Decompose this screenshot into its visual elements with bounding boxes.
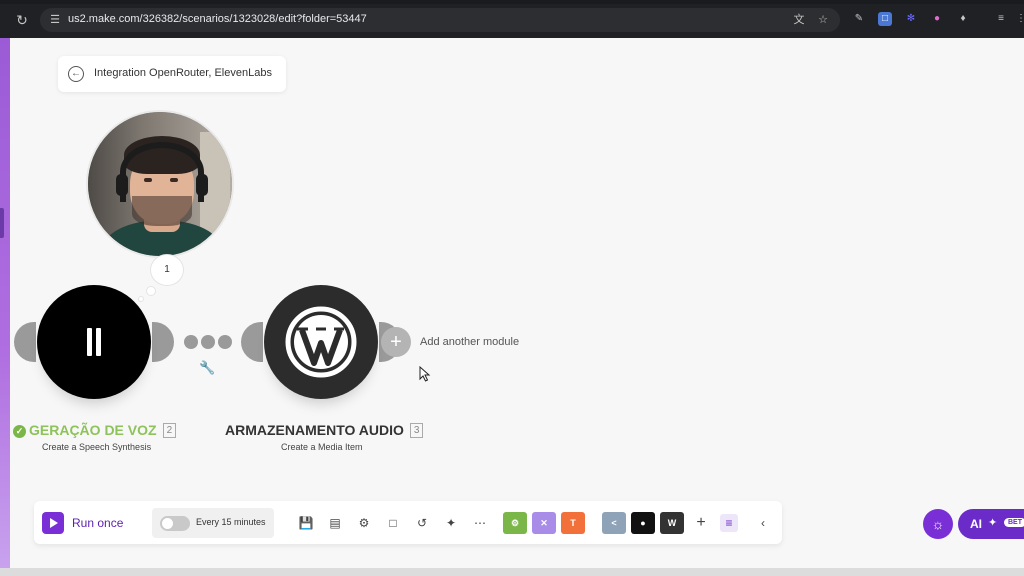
browser-menu-icon[interactable]: ⋮ xyxy=(1014,12,1024,26)
back-arrow-icon[interactable]: ← xyxy=(68,66,84,82)
route-dot[interactable] xyxy=(218,335,232,349)
extension-avatar-icon[interactable]: ● xyxy=(930,12,944,26)
module-number: 3 xyxy=(409,423,424,438)
undo-icon[interactable]: ↺ xyxy=(413,514,431,532)
scenario-toolbar: Run once Every 15 minutes 💾 ▤ ⚙ □ ↺ ✦ ⋯ … xyxy=(34,501,782,544)
operations-bubble[interactable]: 1 xyxy=(150,254,184,286)
settings-icon[interactable]: ⚙ xyxy=(355,514,373,532)
translate-icon[interactable]: 文 xyxy=(792,13,806,27)
module-1-output-connector xyxy=(152,322,174,362)
scenario-header: ← Integration OpenRouter, ElevenLabs xyxy=(58,56,286,92)
module-1-subtitle: Create a Speech Synthesis xyxy=(42,442,152,452)
run-once-button[interactable]: Run once xyxy=(42,511,123,535)
add-module-label[interactable]: Add another module xyxy=(420,336,519,348)
wordpress-tile[interactable]: W xyxy=(660,512,684,534)
extensions-puzzle-icon[interactable]: ♦ xyxy=(956,12,970,26)
elevenlabs-tile[interactable]: < xyxy=(602,512,626,534)
module-elevenlabs[interactable] xyxy=(37,285,151,399)
bookmark-star-icon[interactable]: ☆ xyxy=(816,13,830,27)
webcam-overlay xyxy=(86,110,234,258)
flow-control-tile[interactable]: ✕ xyxy=(532,512,556,534)
schedule-label[interactable]: Every 15 minutes xyxy=(196,517,266,527)
module-wordpress[interactable] xyxy=(264,285,378,399)
extension-doc-icon[interactable]: □ xyxy=(878,12,892,26)
wordpress-logo-icon xyxy=(285,306,357,378)
extension-pen-icon[interactable]: ✎ xyxy=(852,12,866,26)
tools-tile[interactable]: ⚙ xyxy=(503,512,527,534)
tab-strip xyxy=(0,0,1024,4)
route-dot[interactable] xyxy=(184,335,198,349)
beta-badge: BET xyxy=(1004,518,1024,527)
site-settings-icon[interactable]: ☰ xyxy=(48,13,62,27)
route-dot[interactable] xyxy=(201,335,215,349)
notes-icon[interactable]: □ xyxy=(384,514,402,532)
wrench-icon[interactable]: 🔧 xyxy=(199,360,215,376)
tips-lightbulb-icon[interactable]: ☼ xyxy=(923,509,953,539)
add-module-button[interactable]: + xyxy=(381,327,411,357)
module-2-title[interactable]: ARMAZENAMENTO AUDIO 3 xyxy=(225,422,424,438)
openrouter-tile[interactable]: ● xyxy=(631,512,655,534)
more-icon[interactable]: ⋯ xyxy=(471,514,489,532)
left-sidebar-strip xyxy=(0,38,10,568)
play-icon xyxy=(42,512,64,534)
schedule-control: Every 15 minutes xyxy=(152,508,274,538)
ai-assistant-button[interactable]: AI ✦ BET xyxy=(958,509,1024,539)
elevenlabs-logo-icon xyxy=(87,328,101,356)
flow-panel-icon[interactable]: ≡ xyxy=(720,514,738,532)
scenario-title[interactable]: Integration OpenRouter, ElevenLabs xyxy=(94,67,272,79)
os-taskbar xyxy=(0,568,1024,576)
scheduling-icon[interactable]: ▤ xyxy=(326,514,344,532)
module-2-subtitle: Create a Media Item xyxy=(281,442,363,452)
sparkle-icon: ✦ xyxy=(988,517,998,529)
auto-align-icon[interactable]: ✦ xyxy=(442,514,460,532)
save-icon[interactable]: 💾 xyxy=(297,514,315,532)
collapse-chevron-icon[interactable]: ‹ xyxy=(754,514,772,532)
module-number: 2 xyxy=(162,423,177,438)
reload-icon[interactable]: ↻ xyxy=(14,12,30,28)
module-1-input-connector xyxy=(14,322,36,362)
url-text[interactable]: us2.make.com/326382/scenarios/1323028/ed… xyxy=(68,13,367,25)
bubble-tail xyxy=(138,296,144,302)
extension-gear-icon[interactable]: ✻ xyxy=(904,12,918,26)
scheduling-toggle[interactable] xyxy=(160,516,190,531)
module-2-input-connector xyxy=(241,322,263,362)
browser-chrome: ↻ ☰ us2.make.com/326382/scenarios/132302… xyxy=(0,0,1024,38)
module-1-title[interactable]: ✓ GERAÇÃO DE VOZ 2 xyxy=(13,422,177,438)
status-ok-icon: ✓ xyxy=(13,425,26,438)
reading-list-icon[interactable]: ≡ xyxy=(994,12,1008,26)
bubble-tail xyxy=(146,286,156,296)
sidebar-toggle-handle[interactable] xyxy=(0,208,4,238)
mouse-cursor-icon xyxy=(419,366,431,382)
add-icon[interactable]: + xyxy=(692,514,710,532)
address-bar[interactable]: ☰ us2.make.com/326382/scenarios/1323028/… xyxy=(40,8,840,32)
text-parser-tile[interactable]: T xyxy=(561,512,585,534)
